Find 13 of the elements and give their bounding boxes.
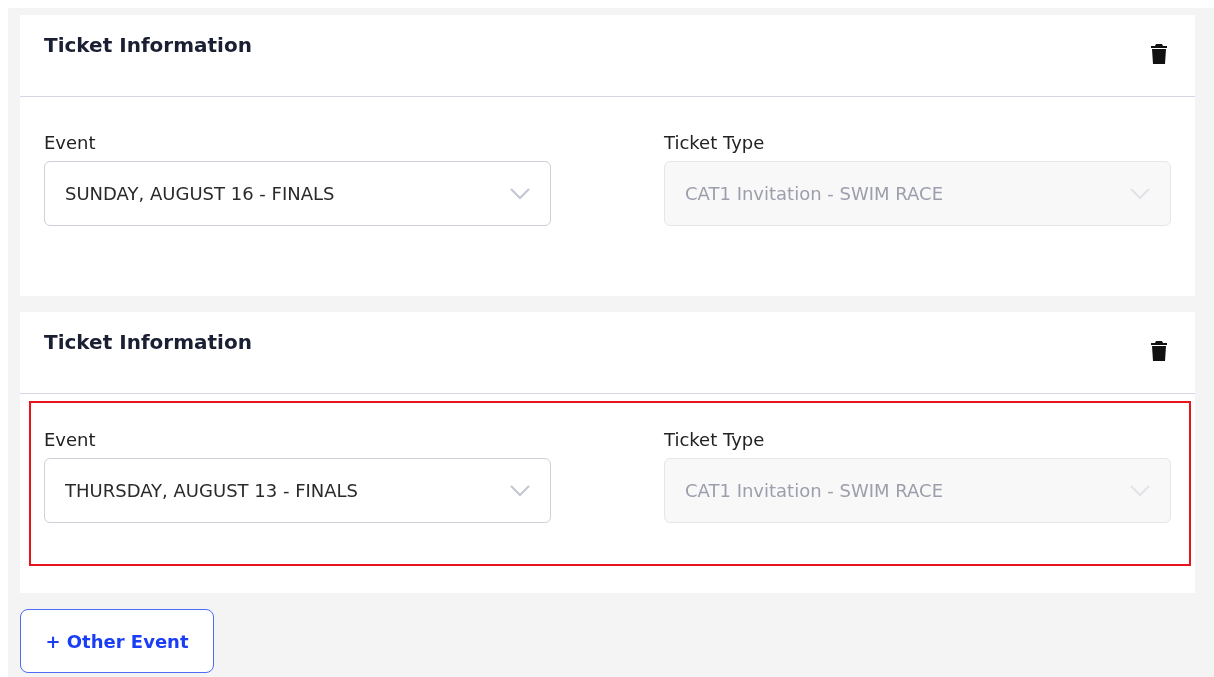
card-title: Ticket Information [44,330,252,354]
add-event-button[interactable]: + Other Event [20,609,214,673]
field-label: Event [44,132,97,153]
field-label: Event [44,429,97,450]
chevron-down-icon [510,187,530,200]
dropdown-field[interactable]: SUNDAY, AUGUST 16 - FINALS [44,161,551,226]
field-label: Ticket Type [664,132,766,153]
field-label: Ticket Type [664,429,766,450]
dropdown-field[interactable]: THURSDAY, AUGUST 13 - FINALS [44,458,551,523]
chevron-down-icon [510,484,530,497]
trash-icon[interactable] [1151,44,1167,64]
card-title: Ticket Information [44,33,252,57]
trash-icon[interactable] [1151,341,1167,361]
